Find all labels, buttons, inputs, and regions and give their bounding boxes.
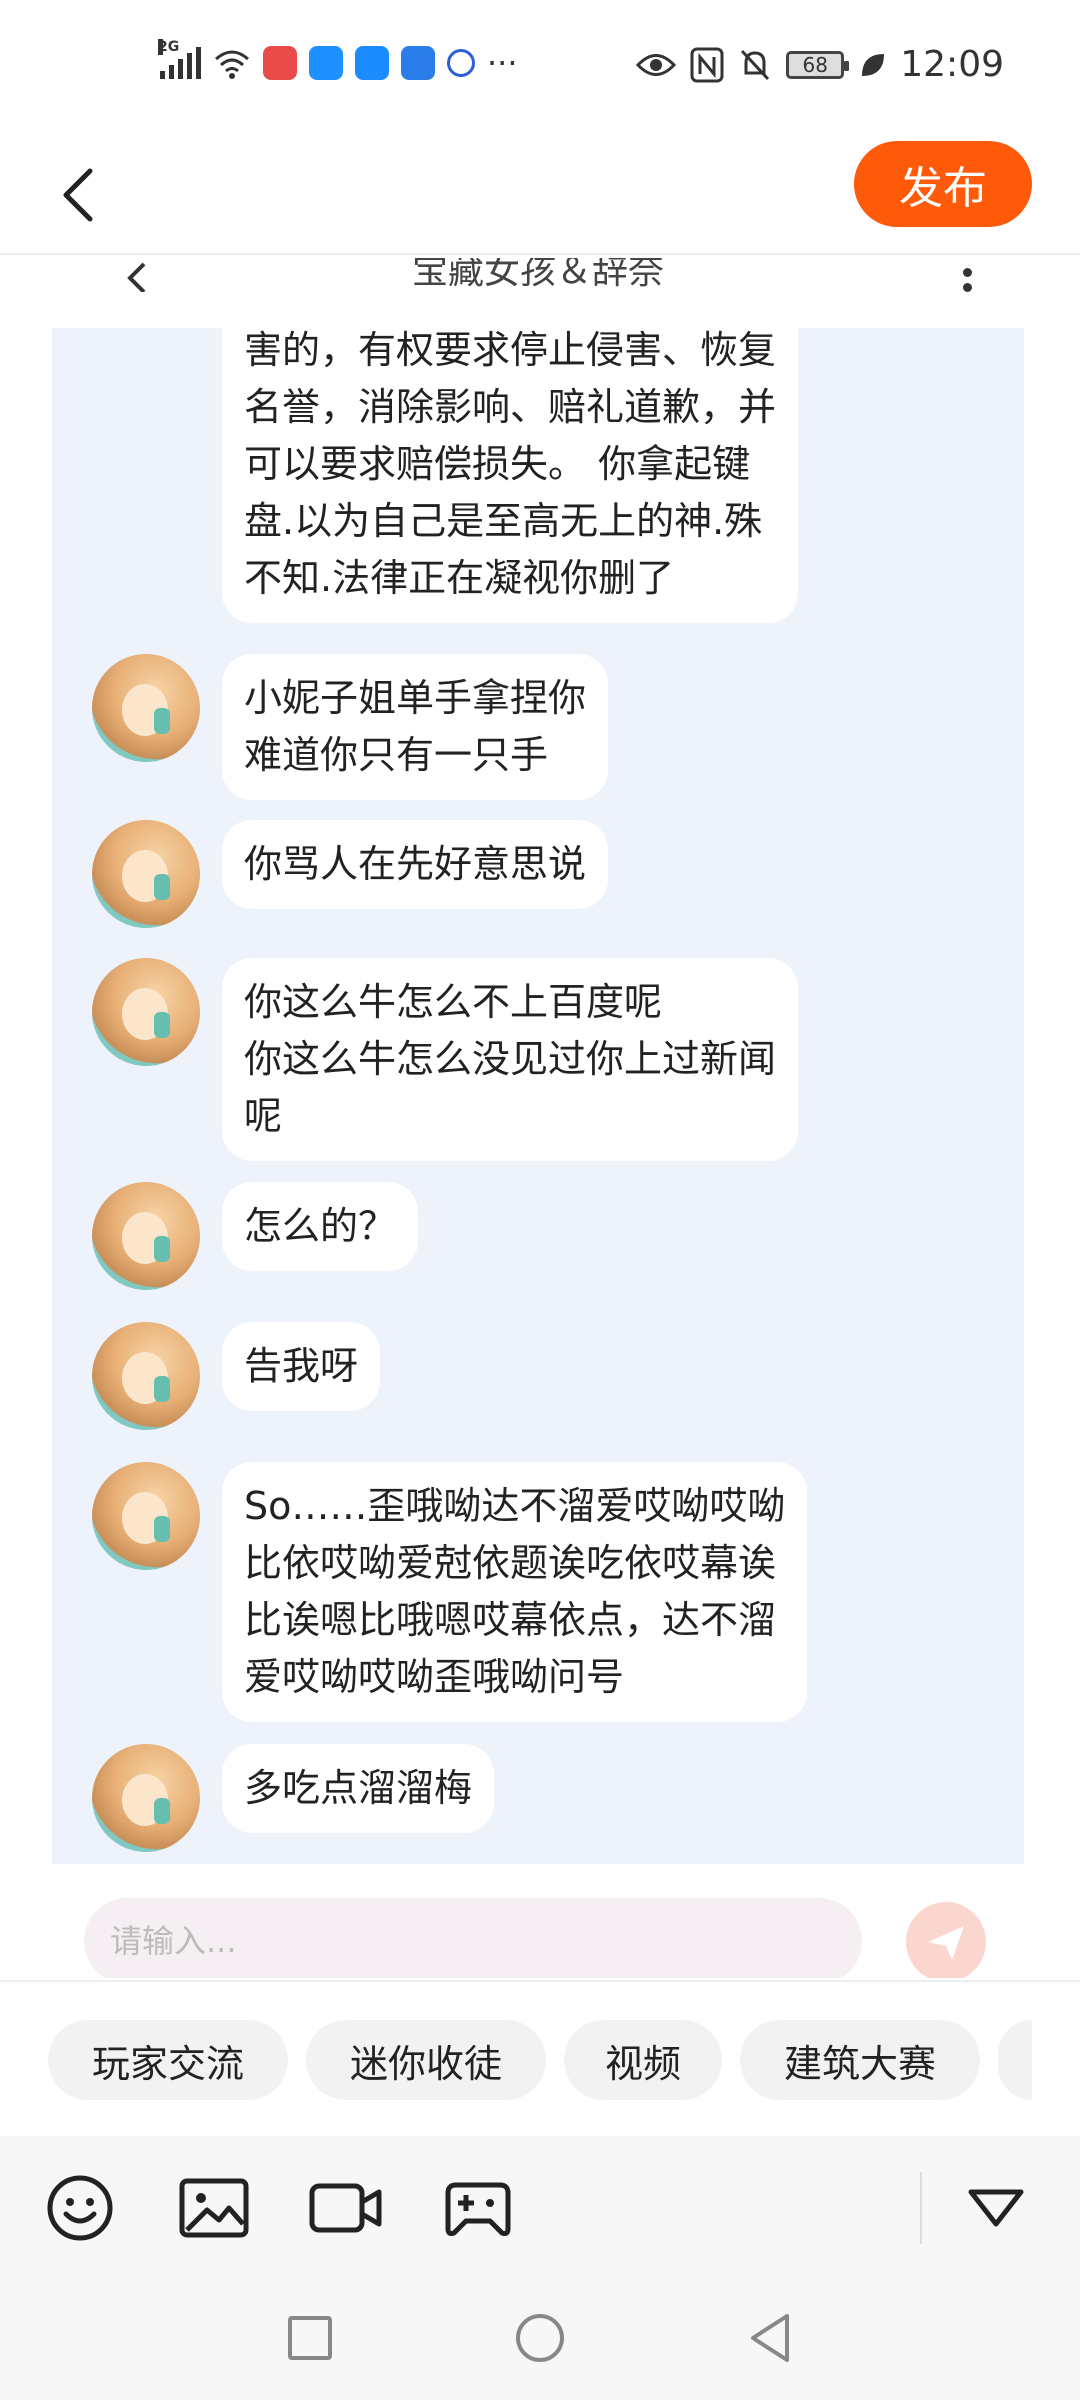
recent-apps-button[interactable] bbox=[280, 2308, 340, 2368]
chat-message: 你骂人在先好意思说 bbox=[92, 820, 609, 928]
image-icon bbox=[179, 2178, 249, 2238]
cellular-signal-icon: 2G bbox=[158, 39, 201, 79]
chat-message: So……歪哦呦达不溜爱哎呦哎呦 比依哎呦爱尅依题诶吃依哎幕诶 比诶嗯比哦嗯哎幕依… bbox=[92, 1462, 808, 1722]
power-saving-leaf-icon bbox=[862, 53, 885, 76]
system-navigation-bar bbox=[0, 2278, 1080, 2400]
battery-level: 68 bbox=[802, 52, 828, 77]
network-type: 2G bbox=[158, 39, 180, 55]
chat-back-icon bbox=[127, 262, 146, 292]
status-bar: 2G ··· 68 12:09 bbox=[0, 0, 1080, 135]
eye-icon bbox=[636, 53, 677, 76]
avatar bbox=[92, 654, 200, 762]
back-icon bbox=[751, 2314, 789, 2362]
chat-message: 小妮子姐单手拿捏你 难道你只有一只手 bbox=[92, 654, 609, 800]
message-bubble: 告我呀 bbox=[222, 1322, 381, 1411]
video-button[interactable] bbox=[308, 2170, 384, 2246]
message-bubble: 你骂人在先好意思说 bbox=[222, 820, 609, 909]
chat-title: 宝藏女孩＆辞奈 bbox=[411, 258, 664, 292]
avatar bbox=[92, 1322, 200, 1430]
chat-message: 怎么的？ bbox=[92, 1182, 419, 1290]
compose-toolbar bbox=[0, 2136, 1080, 2278]
nfc-icon bbox=[690, 47, 724, 82]
game-button[interactable] bbox=[440, 2170, 516, 2246]
chat-input-bar: 请输入... bbox=[52, 1864, 1024, 1978]
message-bubble: 害的，有权要求停止侵害、恢复 名誉，消除影响、赔礼道歉，并 可以要求赔偿损失。 … bbox=[222, 316, 799, 623]
avatar bbox=[92, 1462, 200, 1570]
chat-message-input: 请输入... bbox=[84, 1898, 862, 1978]
message-bubble: 怎么的？ bbox=[222, 1182, 419, 1271]
collapse-button[interactable] bbox=[958, 2170, 1034, 2246]
app-notification-icon-cloud bbox=[401, 46, 435, 80]
paper-plane-icon bbox=[928, 1926, 964, 1960]
chip-mini-apprentice[interactable]: 迷你收徒 bbox=[306, 2020, 546, 2100]
app-notification-icon-search bbox=[309, 46, 343, 80]
mute-bell-icon bbox=[741, 49, 770, 80]
more-notifications-icon: ··· bbox=[487, 44, 518, 82]
chat-message: 你这么牛怎么不上百度呢 你这么牛怎么没见过你上过新闻 呢 bbox=[92, 958, 799, 1161]
app-notification-icon-map bbox=[355, 46, 389, 80]
home-icon bbox=[516, 2314, 564, 2362]
avatar bbox=[92, 1744, 200, 1852]
post-header: 发布 bbox=[0, 135, 1080, 255]
message-bubble: 小妮子姐单手拿捏你 难道你只有一只手 bbox=[222, 654, 609, 800]
chip-more[interactable] bbox=[998, 2020, 1032, 2100]
chat-message: 告我呀 bbox=[92, 1322, 381, 1430]
more-options-icon bbox=[963, 268, 972, 292]
chat-message: 多吃点溜溜梅 bbox=[92, 1744, 495, 1852]
emoji-icon bbox=[47, 2175, 113, 2241]
clock: 12:09 bbox=[900, 44, 1004, 85]
battery-icon: 68 bbox=[786, 50, 850, 79]
status-left: 2G ··· bbox=[158, 39, 518, 82]
toolbar-divider bbox=[920, 2172, 922, 2244]
emoji-button[interactable] bbox=[42, 2170, 118, 2246]
chip-video[interactable]: 视频 bbox=[564, 2020, 722, 2100]
gamepad-icon bbox=[445, 2182, 511, 2236]
send-button bbox=[906, 1902, 986, 1978]
chip-player-exchange[interactable]: 玩家交流 bbox=[48, 2020, 288, 2100]
recent-apps-icon bbox=[288, 2316, 332, 2360]
message-bubble: 多吃点溜溜梅 bbox=[222, 1744, 495, 1833]
home-button[interactable] bbox=[510, 2308, 570, 2368]
app-notification-icon-baidu bbox=[447, 49, 475, 77]
attached-chat-screenshot[interactable]: 宝藏女孩＆辞奈 害的，有权要求停止侵害、恢复 名誉，消除影响、赔礼道歉，并 可以… bbox=[52, 258, 1024, 1978]
chat-message: 害的，有权要求停止侵害、恢复 名誉，消除影响、赔礼道歉，并 可以要求赔偿损失。 … bbox=[222, 316, 799, 623]
publish-button[interactable]: 发布 bbox=[854, 141, 1032, 227]
image-button[interactable] bbox=[176, 2170, 252, 2246]
message-bubble: So……歪哦呦达不溜爱哎呦哎呦 比依哎呦爱尅依题诶吃依哎幕诶 比诶嗯比哦嗯哎幕依… bbox=[222, 1462, 808, 1722]
chip-building-contest[interactable]: 建筑大赛 bbox=[740, 2020, 980, 2100]
chevron-left-icon bbox=[63, 168, 93, 222]
back-button[interactable] bbox=[48, 155, 108, 235]
avatar bbox=[92, 820, 200, 928]
avatar bbox=[92, 1182, 200, 1290]
video-icon bbox=[309, 2183, 382, 2233]
collapse-icon bbox=[968, 2189, 1024, 2227]
status-right: 68 12:09 bbox=[636, 44, 1004, 85]
system-back-button[interactable] bbox=[740, 2308, 800, 2368]
message-bubble: 你这么牛怎么不上百度呢 你这么牛怎么没见过你上过新闻 呢 bbox=[222, 958, 799, 1161]
topic-chips: 玩家交流 迷你收徒 视频 建筑大赛 bbox=[0, 1980, 1080, 2135]
wifi-icon bbox=[215, 50, 249, 79]
app-notification-icon-book bbox=[263, 46, 297, 80]
avatar bbox=[92, 958, 200, 1066]
